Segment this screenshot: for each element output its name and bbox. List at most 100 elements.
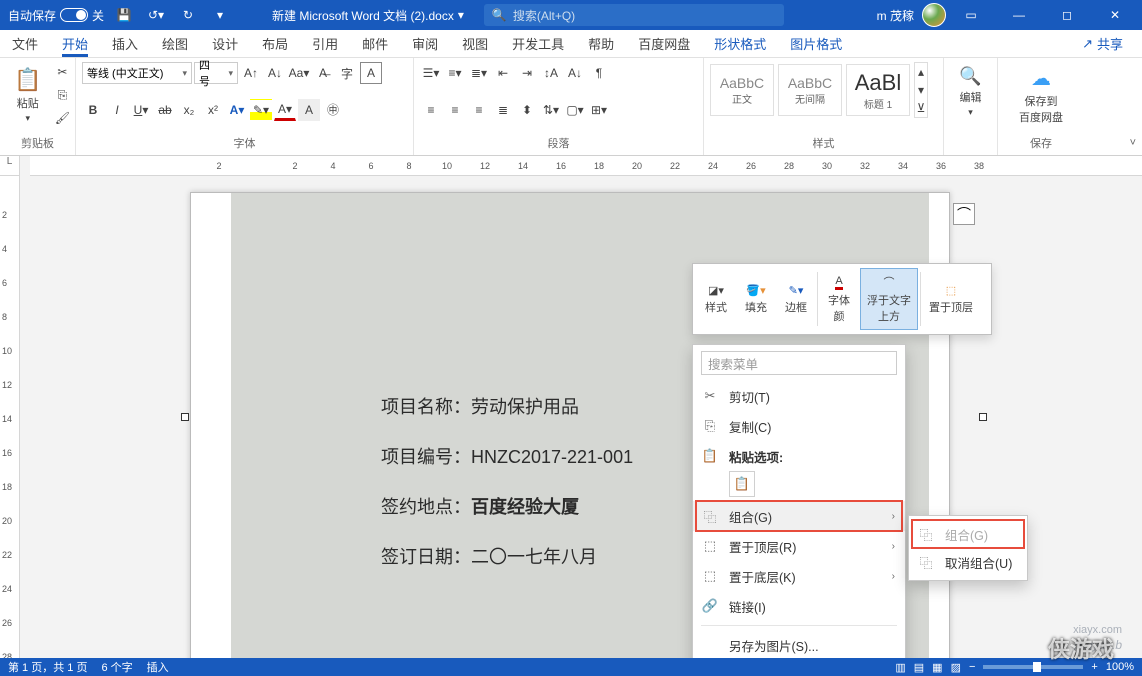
tab-help[interactable]: 帮助 [576,30,626,57]
menu-link[interactable]: 🔗链接(I) [693,591,905,621]
textbox-handle[interactable] [181,413,189,421]
menu-search-input[interactable]: 搜索菜单 [701,351,897,375]
autosave-toggle[interactable]: 自动保存 关 [8,7,104,24]
collapse-ribbon-icon[interactable]: ˅ [1130,137,1136,149]
editing-button[interactable]: 🔍 编辑 ▾ [950,62,991,122]
char-border-icon[interactable]: A [360,62,382,84]
tab-developer[interactable]: 开发工具 [500,30,576,57]
textbox-handle[interactable] [979,413,987,421]
tab-references[interactable]: 引用 [300,30,350,57]
username[interactable]: m 茂稼 [877,7,914,24]
read-mode-icon[interactable]: ▤ [914,661,924,674]
underline-icon[interactable]: U▾ [130,99,152,121]
text-effects-icon[interactable]: A▾ [226,99,248,121]
sort-icon[interactable]: A↓ [564,62,586,84]
minimize-icon[interactable]: — [996,0,1042,30]
styles-down-icon[interactable]: ▾ [915,81,927,99]
mini-bring-front[interactable]: ⬚置于顶层 [923,268,979,330]
tab-insert[interactable]: 插入 [100,30,150,57]
zoom-slider[interactable] [983,665,1083,669]
web-layout-icon[interactable]: ▨ [951,661,961,674]
tab-review[interactable]: 审阅 [400,30,450,57]
line-spacing-icon[interactable]: ⇅▾ [540,99,562,121]
maximize-icon[interactable]: ◻ [1044,0,1090,30]
mini-outline[interactable]: ✎▾边框 [777,268,815,330]
tab-layout[interactable]: 布局 [250,30,300,57]
ruler-horizontal[interactable]: 22468101214161820222426283032343638 [30,156,1142,176]
shrink-font-icon[interactable]: A↓ [264,62,286,84]
submenu-group-item[interactable]: ⿻组合(G) [909,520,1027,548]
justify-icon[interactable]: ≣ [492,99,514,121]
subscript-icon[interactable]: x₂ [178,99,200,121]
focus-mode-icon[interactable]: ▥ [895,661,905,674]
style-heading1[interactable]: AaBl标题 1 [846,64,910,116]
tab-baidu[interactable]: 百度网盘 [626,30,702,57]
font-size-combo[interactable]: 四号 [194,62,238,84]
mini-style[interactable]: ◪▾样式 [697,268,735,330]
tab-design[interactable]: 设计 [200,30,250,57]
copy-icon[interactable]: ⎘ [51,85,73,106]
cut-icon[interactable]: ✂ [51,62,73,83]
toggle-off-icon[interactable] [60,8,88,22]
shading-icon[interactable]: ▢▾ [564,99,586,121]
paste-button[interactable]: 📋 粘贴 ▾ [6,62,49,128]
styles-up-icon[interactable]: ▴ [915,63,927,81]
tab-home[interactable]: 开始 [50,30,100,57]
strikethrough-icon[interactable]: ab [154,99,176,121]
menu-save-as-picture[interactable]: 另存为图片(S)... [693,630,905,660]
decrease-indent-icon[interactable]: ⇤ [492,62,514,84]
mini-fill[interactable]: 🪣▾填充 [737,268,775,330]
superscript-icon[interactable]: x² [202,99,224,121]
font-color-icon[interactable]: A▾ [274,99,296,121]
menu-bring-front[interactable]: ⬚置于顶层(R)› [693,531,905,561]
ribbon-display-icon[interactable]: ▭ [948,0,994,30]
numbering-icon[interactable]: ≡▾ [444,62,466,84]
status-page[interactable]: 第 1 页，共 1 页 [8,659,87,675]
tab-shape-format[interactable]: 形状格式 [702,30,778,57]
increase-indent-icon[interactable]: ⇥ [516,62,538,84]
borders-icon[interactable]: ⊞▾ [588,99,610,121]
tab-draw[interactable]: 绘图 [150,30,200,57]
text-direction-icon[interactable]: ↕A [540,62,562,84]
format-painter-icon[interactable]: 🖌 [51,107,73,128]
clear-format-icon[interactable]: A̶ [312,62,334,84]
status-words[interactable]: 6 个字 [101,659,132,675]
close-icon[interactable]: ✕ [1092,0,1138,30]
layout-options-icon[interactable]: ⌒ [953,203,975,225]
bold-icon[interactable]: B [82,99,104,121]
status-mode[interactable]: 插入 [147,659,169,675]
tab-view[interactable]: 视图 [450,30,500,57]
search-box[interactable]: 🔍 搜索(Alt+Q) [484,4,784,26]
mini-wrap[interactable]: ⌒浮于文字 上方 [860,268,918,330]
share-button[interactable]: ↗ 共享 [1071,31,1134,56]
styles-more-icon[interactable]: ⊻ [915,99,927,117]
italic-icon[interactable]: I [106,99,128,121]
zoom-out-icon[interactable]: − [969,661,975,673]
document-area[interactable]: 项目名称：劳动保护用品 项目编号：HNZC2017-221-001 签约地点：百… [30,176,1142,658]
redo-icon[interactable]: ↻ [176,3,200,27]
menu-cut[interactable]: ✂剪切(T) [693,381,905,411]
menu-copy[interactable]: ⎘复制(C) [693,411,905,441]
tab-file[interactable]: 文件 [0,30,50,57]
print-layout-icon[interactable]: ▦ [932,661,942,674]
submenu-ungroup-item[interactable]: ⿻取消组合(U) [909,548,1027,576]
save-baidu-button[interactable]: ☁ 保存到 百度网盘 [1004,62,1078,129]
ruler-vertical[interactable]: 246810121416182022242628 [0,176,20,658]
change-case-icon[interactable]: Aa▾ [288,62,310,84]
document-title[interactable]: 新建 Microsoft Word 文档 (2).docx▾ [272,7,464,24]
align-left-icon[interactable]: ≡ [420,99,442,121]
bullets-icon[interactable]: ☰▾ [420,62,442,84]
save-icon[interactable]: 💾 [112,3,136,27]
tab-picture-format[interactable]: 图片格式 [778,30,854,57]
enclosed-char-icon[interactable]: ㊥ [322,99,344,121]
tab-mailings[interactable]: 邮件 [350,30,400,57]
show-marks-icon[interactable]: ¶ [588,62,610,84]
phonetic-icon[interactable]: 字 [336,62,358,84]
style-normal[interactable]: AaBbC正文 [710,64,774,116]
char-shade-icon[interactable]: A [298,99,320,121]
multilevel-icon[interactable]: ≣▾ [468,62,490,84]
undo-icon[interactable]: ↺▾ [144,3,168,27]
distribute-icon[interactable]: ⬍ [516,99,538,121]
paste-option-default[interactable]: 📋 [729,471,755,497]
avatar[interactable] [922,3,946,27]
